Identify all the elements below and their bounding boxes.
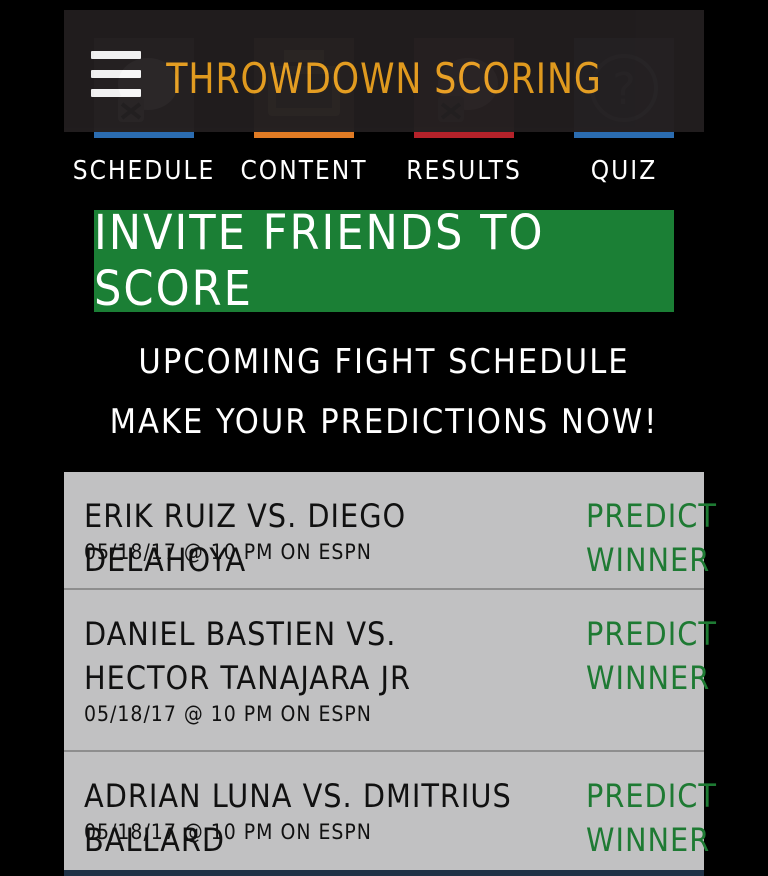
predict-label: PREDICT <box>586 777 717 815</box>
fight-row: DANIEL BASTIEN VS. HECTOR TANAJARA JR 05… <box>64 590 717 752</box>
predict-label: PREDICT <box>586 497 717 535</box>
fight-date: 05/18/17 @ 10 PM ON ESPN <box>84 820 372 844</box>
winner-label: WINNER <box>586 541 711 579</box>
predict-label: PREDICT <box>586 615 717 653</box>
tab-quiz-label[interactable]: QUIZ <box>544 156 704 186</box>
fight-list: ERIK RUIZ VS. DIEGO DELAHOYA 05/18/17 @ … <box>64 472 717 872</box>
fight-name: DANIEL BASTIEN VS. HECTOR TANAJARA JR <box>84 615 411 697</box>
top-bar: THROWDOWN SCORING <box>64 10 704 132</box>
winner-label: WINNER <box>586 821 711 859</box>
tab-accent-bar <box>414 132 514 138</box>
schedule-subheading: MAKE YOUR PREDICTIONS NOW! <box>109 402 659 442</box>
tab-results-label[interactable]: RESULTS <box>384 156 544 186</box>
app-screen: SCHEDULE CONTENT RESULTS ? <box>64 10 717 876</box>
fight-date: 05/18/17 @ 10 PM ON ESPN <box>84 702 372 726</box>
invite-friends-button[interactable]: INVITE FRIENDS TO SCORE <box>94 205 674 317</box>
fight-row: ADRIAN LUNA VS. DMITRIUS BALLARD 05/18/1… <box>64 752 717 872</box>
predict-winner-link[interactable]: PREDICT WINNER <box>586 494 717 582</box>
tab-accent-bar <box>574 132 674 138</box>
winner-label: WINNER <box>586 659 711 697</box>
predict-winner-link[interactable]: PREDICT WINNER <box>586 774 717 862</box>
tab-content-label[interactable]: CONTENT <box>224 156 384 186</box>
tab-accent-bar <box>254 132 354 138</box>
predict-winner-link[interactable]: PREDICT WINNER <box>586 612 717 700</box>
fight-date: 05/18/17 @ 10 PM ON ESPN <box>84 540 372 564</box>
fight-name: ERIK RUIZ VS. DIEGO DELAHOYA <box>84 497 407 579</box>
schedule-heading: UPCOMING FIGHT SCHEDULE <box>138 342 630 382</box>
fight-row: ERIK RUIZ VS. DIEGO DELAHOYA 05/18/17 @ … <box>64 472 717 590</box>
app-title: THROWDOWN SCORING <box>166 54 602 103</box>
fight-name: ADRIAN LUNA VS. DMITRIUS BALLARD <box>84 777 512 859</box>
tab-accent-bar <box>94 132 194 138</box>
tab-schedule-label[interactable]: SCHEDULE <box>64 156 224 186</box>
bottom-strip <box>64 870 704 876</box>
